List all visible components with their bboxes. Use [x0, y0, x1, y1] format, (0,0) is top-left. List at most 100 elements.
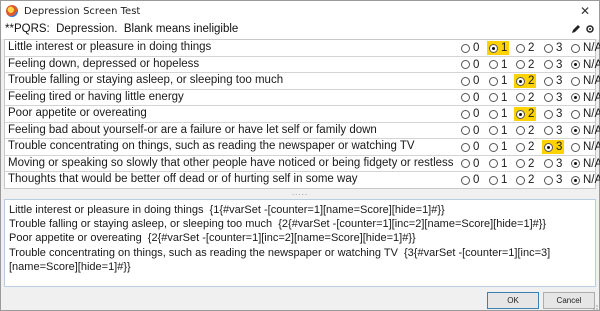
radio-button[interactable] — [544, 142, 553, 152]
score-option-na[interactable]: N/A — [569, 140, 600, 154]
score-option-3[interactable]: 3 — [542, 74, 564, 88]
radio-button[interactable] — [516, 126, 525, 135]
ok-button[interactable]: OK — [487, 292, 539, 309]
radio-button[interactable] — [516, 93, 525, 102]
radio-button[interactable] — [516, 76, 525, 86]
radio-button[interactable] — [461, 60, 470, 69]
score-option-1[interactable]: 1 — [487, 157, 509, 171]
score-option-na[interactable]: N/A — [569, 58, 600, 72]
radio-button[interactable] — [516, 109, 525, 119]
radio-button[interactable] — [489, 76, 498, 86]
score-option-3[interactable]: 3 — [542, 41, 564, 55]
score-option-0[interactable]: 0 — [459, 157, 481, 171]
score-option-2[interactable]: 2 — [514, 157, 536, 171]
radio-button[interactable] — [544, 126, 553, 135]
radio-button[interactable] — [461, 76, 470, 86]
score-option-1[interactable]: 1 — [487, 91, 509, 105]
output-textbox[interactable]: Little interest or pleasure in doing thi… — [4, 199, 596, 287]
radio-button[interactable] — [544, 109, 553, 119]
score-option-1[interactable]: 1 — [487, 173, 509, 187]
option-label: 3 — [556, 42, 563, 54]
score-option-1[interactable]: 1 — [487, 58, 509, 72]
radio-button[interactable] — [544, 93, 553, 102]
score-option-1[interactable]: 1 — [487, 124, 509, 138]
radio-button[interactable] — [544, 175, 553, 185]
score-option-2[interactable]: 2 — [514, 173, 536, 187]
radio-button[interactable] — [571, 126, 580, 135]
radio-button[interactable] — [516, 142, 525, 152]
score-option-1[interactable]: 1 — [487, 140, 509, 154]
score-option-2[interactable]: 2 — [514, 107, 537, 121]
radio-button[interactable] — [571, 43, 580, 53]
score-option-3[interactable]: 3 — [542, 173, 564, 187]
score-option-0[interactable]: 0 — [459, 107, 481, 121]
pencil-icon[interactable] — [571, 24, 581, 34]
radio-button[interactable] — [571, 142, 580, 152]
radio-button[interactable] — [489, 159, 498, 168]
score-option-3[interactable]: 3 — [542, 91, 564, 105]
radio-button[interactable] — [461, 159, 470, 168]
radio-button[interactable] — [489, 175, 498, 185]
radio-button[interactable] — [544, 43, 553, 53]
score-option-1[interactable]: 1 — [487, 41, 510, 55]
score-option-2[interactable]: 2 — [514, 58, 536, 72]
radio-button[interactable] — [489, 60, 498, 69]
close-icon[interactable]: ✕ — [571, 1, 599, 21]
score-option-na[interactable]: N/A — [569, 74, 600, 88]
radio-button[interactable] — [461, 175, 470, 185]
score-option-2[interactable]: 2 — [514, 124, 536, 138]
radio-button[interactable] — [489, 43, 498, 53]
score-option-0[interactable]: 0 — [459, 58, 481, 72]
radio-button[interactable] — [461, 126, 470, 135]
radio-button[interactable] — [571, 175, 580, 185]
splitter-handle[interactable]: ..... — [1, 189, 599, 199]
radio-button[interactable] — [461, 93, 470, 102]
score-option-3[interactable]: 3 — [542, 58, 564, 72]
radio-button[interactable] — [489, 93, 498, 102]
settings-icon[interactable] — [585, 24, 595, 34]
resize-grip-icon[interactable] — [591, 303, 599, 311]
score-option-1[interactable]: 1 — [487, 107, 509, 121]
radio-button[interactable] — [516, 43, 525, 53]
radio-button[interactable] — [489, 109, 498, 119]
score-option-0[interactable]: 0 — [459, 74, 481, 88]
radio-button[interactable] — [461, 43, 470, 53]
radio-button[interactable] — [571, 109, 580, 119]
radio-button[interactable] — [516, 60, 525, 69]
score-option-3[interactable]: 3 — [542, 140, 565, 154]
score-option-2[interactable]: 2 — [514, 74, 537, 88]
option-label: 2 — [528, 157, 535, 170]
radio-button[interactable] — [571, 93, 580, 102]
score-option-2[interactable]: 2 — [514, 41, 536, 55]
cancel-button[interactable]: Cancel — [543, 292, 595, 309]
score-option-1[interactable]: 1 — [487, 74, 509, 88]
score-option-na[interactable]: N/A — [569, 91, 600, 105]
score-option-na[interactable]: N/A — [569, 124, 600, 138]
radio-button[interactable] — [571, 159, 580, 168]
score-option-2[interactable]: 2 — [514, 140, 536, 154]
score-option-3[interactable]: 3 — [542, 157, 564, 171]
score-option-0[interactable]: 0 — [459, 140, 481, 154]
radio-button[interactable] — [571, 60, 580, 69]
radio-button[interactable] — [461, 142, 470, 152]
score-option-3[interactable]: 3 — [542, 107, 564, 121]
radio-button[interactable] — [489, 126, 498, 135]
radio-button[interactable] — [544, 159, 553, 168]
score-option-na[interactable]: N/A — [569, 157, 600, 171]
score-option-na[interactable]: N/A — [569, 41, 600, 55]
radio-button[interactable] — [544, 76, 553, 86]
score-option-2[interactable]: 2 — [514, 91, 536, 105]
score-option-0[interactable]: 0 — [459, 173, 481, 187]
score-option-3[interactable]: 3 — [542, 124, 564, 138]
radio-button[interactable] — [516, 159, 525, 168]
radio-button[interactable] — [544, 60, 553, 69]
score-option-na[interactable]: N/A — [569, 173, 600, 187]
radio-button[interactable] — [489, 142, 498, 152]
score-option-na[interactable]: N/A — [569, 107, 600, 121]
score-option-0[interactable]: 0 — [459, 41, 481, 55]
score-option-0[interactable]: 0 — [459, 124, 481, 138]
score-option-0[interactable]: 0 — [459, 91, 481, 105]
radio-button[interactable] — [516, 175, 525, 185]
radio-button[interactable] — [461, 109, 470, 119]
radio-button[interactable] — [571, 76, 580, 86]
